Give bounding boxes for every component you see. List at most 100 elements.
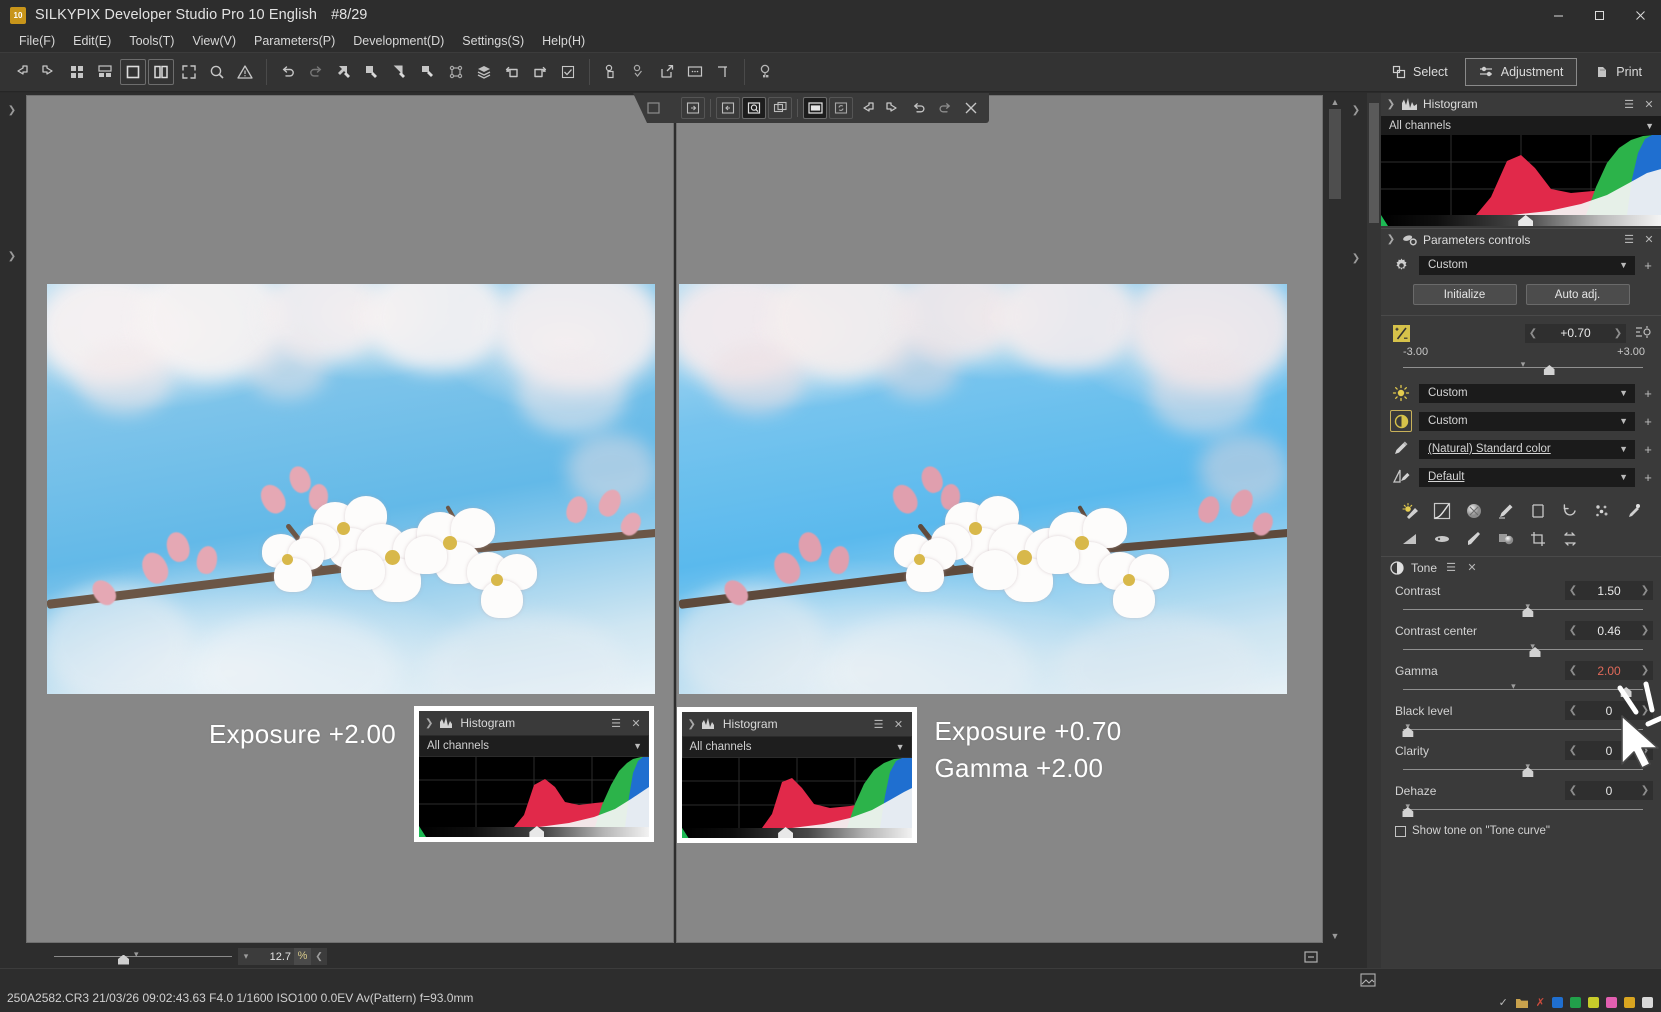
compare-view-icon[interactable] bbox=[148, 59, 174, 85]
highlight-shadow-tool-icon[interactable] bbox=[1491, 526, 1521, 552]
menu-parameters[interactable]: Parameters(P) bbox=[245, 32, 344, 50]
gamma-decrease-icon[interactable]: ❮ bbox=[1565, 665, 1581, 676]
white-balance-select[interactable]: Custom ▼ bbox=[1419, 383, 1635, 403]
next-image-icon[interactable] bbox=[36, 59, 62, 85]
view-redo-icon[interactable] bbox=[933, 97, 957, 119]
taste-gear-icon[interactable] bbox=[1390, 254, 1412, 276]
fisheye-tool-icon[interactable] bbox=[1427, 526, 1457, 552]
status-color-chip-pink[interactable] bbox=[1606, 997, 1617, 1008]
dehaze-spinner[interactable]: ❮ 0 ❯ bbox=[1565, 781, 1653, 800]
expand-left-panel-top-icon[interactable]: ❯ bbox=[6, 99, 18, 121]
contrast-decrease-icon[interactable]: ❮ bbox=[1565, 585, 1581, 596]
parameters-menu-icon[interactable]: ☰ bbox=[1622, 233, 1636, 246]
search-icon[interactable] bbox=[204, 59, 230, 85]
view-close-icon[interactable] bbox=[959, 97, 983, 119]
auto-adjust-button[interactable]: Auto adj. bbox=[1525, 284, 1630, 305]
monitor-icon[interactable] bbox=[682, 59, 708, 85]
color-mode-add-button[interactable]: + bbox=[1642, 442, 1654, 457]
rotate-left-icon[interactable] bbox=[499, 59, 525, 85]
contrast-center-decrease-icon[interactable]: ❮ bbox=[1565, 625, 1581, 636]
prev-compare-icon[interactable] bbox=[681, 97, 705, 119]
taste-select[interactable]: Custom ▼ bbox=[1419, 255, 1635, 275]
zoom-compare-icon[interactable] bbox=[742, 97, 766, 119]
collapse-right-panel-icon[interactable]: ❯ bbox=[1350, 99, 1362, 121]
undo-icon[interactable] bbox=[275, 59, 301, 85]
rotate-tool-icon[interactable] bbox=[1555, 498, 1585, 524]
zoom-slider[interactable]: ▾ bbox=[54, 949, 232, 965]
expand-left-panel-mid-icon[interactable]: ❯ bbox=[6, 245, 18, 267]
expand-arrow-icon-2[interactable]: ❯ bbox=[688, 719, 696, 730]
clarity-slider[interactable]: ▾ bbox=[1403, 761, 1643, 777]
expand-arrow-icon[interactable]: ❯ bbox=[425, 718, 433, 729]
taste-add-button[interactable]: + bbox=[1642, 258, 1654, 273]
menu-file[interactable]: File(F) bbox=[10, 32, 64, 50]
right-panel-scroll-thumb[interactable] bbox=[1369, 103, 1379, 223]
clarity-decrease-icon[interactable]: ❮ bbox=[1565, 745, 1581, 756]
black-level-spinner[interactable]: ❮ 0 ❯ bbox=[1565, 701, 1653, 720]
panel-histogram-channel-select[interactable]: All channels ▼ bbox=[1381, 116, 1661, 135]
panel-histogram-midpoint-knob[interactable] bbox=[1518, 215, 1534, 226]
zoom-decrease-icon[interactable]: ❮ bbox=[311, 951, 327, 962]
crop-tool-grid-icon[interactable] bbox=[1523, 526, 1553, 552]
status-folder-icon[interactable] bbox=[1515, 997, 1529, 1009]
left-histogram-tone-strip[interactable] bbox=[419, 826, 649, 837]
develop-check-icon[interactable] bbox=[626, 59, 652, 85]
left-histogram-popup[interactable]: ❯ Histogram ☰ ✕ All channels ▼ bbox=[414, 706, 654, 842]
exposure-compensation-icon[interactable] bbox=[1390, 322, 1412, 344]
adjustment-mode-button[interactable]: Adjustment bbox=[1464, 58, 1578, 86]
view-undo-icon[interactable] bbox=[907, 97, 931, 119]
dehaze-slider[interactable]: ▾ bbox=[1402, 801, 1643, 817]
status-check-icon[interactable]: ✓ bbox=[1499, 996, 1508, 1009]
exposure-decrease-icon[interactable]: ❮ bbox=[1525, 328, 1541, 339]
contrast-slider[interactable]: ▾ bbox=[1403, 601, 1643, 617]
tone-close-icon[interactable]: ✕ bbox=[1465, 561, 1479, 574]
filmstrip-view-icon[interactable] bbox=[92, 59, 118, 85]
color-mode-brush-icon[interactable] bbox=[1390, 438, 1412, 460]
minimize-button[interactable] bbox=[1538, 0, 1579, 30]
crop-tool-icon[interactable] bbox=[710, 59, 736, 85]
lens-aberration-tool-icon[interactable] bbox=[1523, 498, 1553, 524]
right-histogram-close-icon[interactable]: ✕ bbox=[892, 718, 906, 731]
menu-edit[interactable]: Edit(E) bbox=[64, 32, 120, 50]
black-level-slider[interactable]: ▾ bbox=[1402, 721, 1643, 737]
right-histogram-popup[interactable]: ❯ Histogram ☰ ✕ All channels ▼ bbox=[676, 707, 917, 843]
dust-removal-tool-icon[interactable] bbox=[1587, 498, 1617, 524]
contrast-center-slider[interactable]: ▾ bbox=[1403, 641, 1643, 657]
sharpness-icon[interactable] bbox=[1390, 466, 1412, 488]
right-histogram-tone-strip[interactable] bbox=[681, 827, 912, 838]
sync-views-icon[interactable] bbox=[829, 97, 853, 119]
print-mode-button[interactable]: Print bbox=[1581, 58, 1655, 86]
viewer-vertical-scrollbar[interactable]: ▲ ▼ bbox=[1325, 95, 1345, 943]
sharpness-add-button[interactable]: + bbox=[1642, 470, 1654, 485]
parameters-expand-icon[interactable]: ❯ bbox=[1386, 234, 1396, 245]
contrast-increase-icon[interactable]: ❯ bbox=[1637, 585, 1653, 596]
show-tone-checkbox-row[interactable]: Show tone on "Tone curve" bbox=[1381, 818, 1661, 837]
parameters-close-icon[interactable]: ✕ bbox=[1642, 233, 1656, 246]
panel-histogram-close-icon[interactable]: ✕ bbox=[1642, 98, 1656, 111]
white-balance-sun-icon[interactable] bbox=[1390, 382, 1412, 404]
link-views-icon[interactable] bbox=[803, 97, 827, 119]
fullscreen-icon[interactable] bbox=[176, 59, 202, 85]
gamma-increase-icon[interactable]: ❯ bbox=[1637, 665, 1653, 676]
next-compare-icon[interactable] bbox=[716, 97, 740, 119]
exposure-tool-icon[interactable] bbox=[1395, 498, 1425, 524]
gradient-tool-icon[interactable] bbox=[1395, 526, 1425, 552]
scroll-down-icon[interactable]: ▼ bbox=[1325, 929, 1345, 943]
status-color-chip-white[interactable] bbox=[1642, 997, 1653, 1008]
black-level-increase-icon[interactable]: ❯ bbox=[1637, 705, 1653, 716]
contrast-spinner[interactable]: ❮ 1.50 ❯ bbox=[1565, 581, 1653, 600]
paste-parameters-icon[interactable] bbox=[359, 59, 385, 85]
exposure-target-icon[interactable] bbox=[1632, 322, 1654, 344]
flag-left-icon[interactable] bbox=[855, 97, 879, 119]
clarity-spinner[interactable]: ❮ 0 ❯ bbox=[1565, 741, 1653, 760]
dehaze-increase-icon[interactable]: ❯ bbox=[1637, 785, 1653, 796]
contrast-center-spinner[interactable]: ❮ 0.46 ❯ bbox=[1565, 621, 1653, 640]
right-histogram-menu-icon[interactable]: ☰ bbox=[872, 718, 886, 731]
show-tone-checkbox[interactable] bbox=[1395, 825, 1406, 837]
collapse-parameters-icon[interactable]: ❯ bbox=[1350, 247, 1362, 269]
right-histogram-channel-select[interactable]: All channels ▼ bbox=[681, 736, 912, 758]
right-image-pane[interactable]: Exposure +0.70 Gamma +2.00 ❯ Histogram ☰ bbox=[675, 95, 1323, 943]
maximize-button[interactable] bbox=[1579, 0, 1620, 30]
checkmark-box-icon[interactable] bbox=[555, 59, 581, 85]
black-level-decrease-icon[interactable]: ❮ bbox=[1565, 705, 1581, 716]
